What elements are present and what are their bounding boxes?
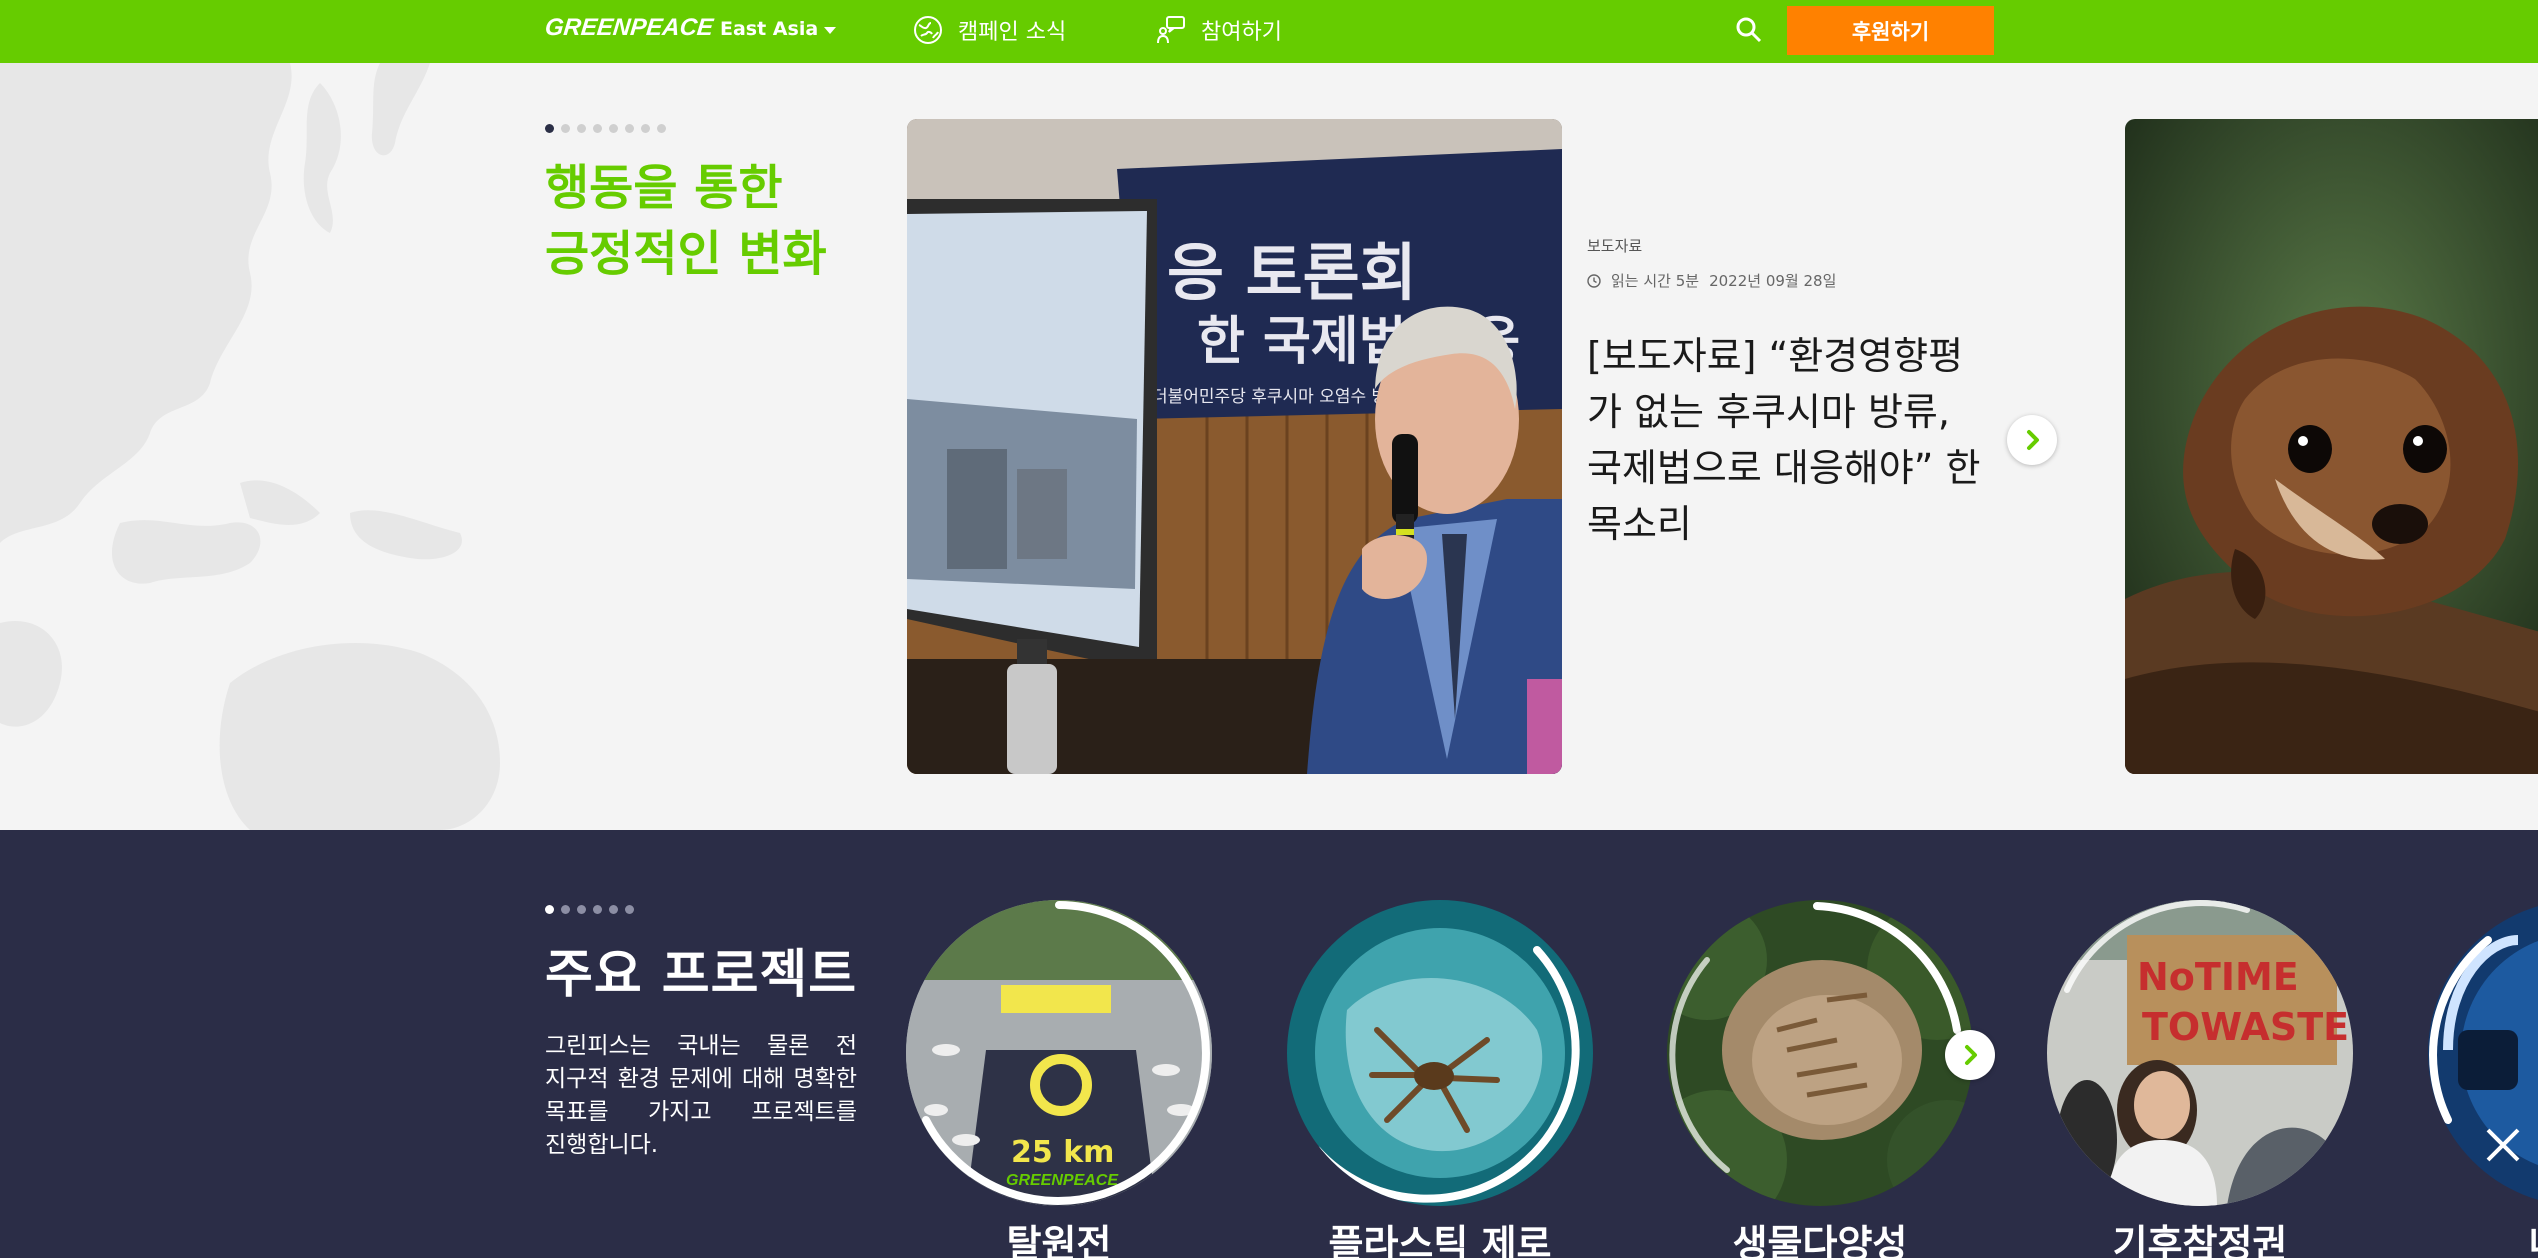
projects-title: 주요 프로젝트 [545,945,858,1005]
project-label: 생물다양성 [1732,1222,1908,1258]
project-label: 탈원전 [1006,1222,1112,1258]
nav-campaign-news-label: 캠페인 소식 [958,20,1067,45]
globe-icon [914,16,942,44]
article-photo[interactable]: 응 토론회 한 국제법 대응 더불어민주당 후쿠시마 오염수 방출 저지 [907,119,1562,774]
hero-title: 행동을 통한 긍정적인 변화 [545,160,827,282]
nav-get-involved[interactable]: 참여하기 [1155,14,1282,46]
project-label: 플라스틱 제로 [1328,1222,1552,1258]
project-card-nuclear-free[interactable]: 25 km GREENPEACE 탈원전 [906,900,1212,1258]
donate-button[interactable]: 후원하기 [1787,6,1994,55]
project-image [1287,900,1593,1206]
project-image: 25 km GREENPEACE [906,900,1212,1206]
projects-slide-indicators [545,905,634,914]
region-selector[interactable]: East Asia [720,18,837,40]
progress-ring [2429,936,2492,1124]
slide-dot[interactable] [545,124,554,133]
slide-dot[interactable] [593,905,602,914]
project-card-climate-rights[interactable]: NoTIME TOWASTE 기후참정권 [2047,900,2353,1258]
chevron-right-icon [2027,430,2039,450]
project-label: 기후참정권 [2112,1222,2288,1258]
hero-carousel: 행동을 통한 긍정적인 변화 응 토론회 한 국제법 대응 더불어민주당 후쿠시… [0,63,2538,830]
chat-icon [1157,16,1185,44]
article-title[interactable]: [보도자료] “환경영향평가 없는 후쿠시마 방류, 국제법으로 대응해야” 한… [1587,328,1982,552]
project-card-biodiversity[interactable]: 생물다양성 [1667,900,1973,1258]
greenpeace-logo[interactable]: GREENPEACE [544,14,715,42]
progress-ring [1669,902,1961,1173]
nav-get-involved-label: 참여하기 [1201,20,1282,45]
project-card-plastic-zero[interactable]: 플라스틱 제로 [1287,900,1593,1258]
search-icon[interactable] [1733,14,1765,46]
article-kicker: 보도자료 [1587,237,1643,255]
banner-text-top: 응 토론회 [1167,236,1417,309]
project-image [1667,900,1973,1206]
nav-campaign-news[interactable]: 캠페인 소식 [912,14,1066,46]
region-label: East Asia [720,18,819,40]
next-article-photo[interactable] [2125,119,2538,774]
slide-dot[interactable] [609,905,618,914]
top-navigation-bar: GREENPEACE East Asia 캠페인 소식 참여하기 후원하기 [0,0,2538,63]
slide-dot[interactable] [625,905,634,914]
slide-dot[interactable] [577,124,586,133]
project-card-ice-car[interactable]: 내연기 [2428,900,2538,1258]
slide-dot[interactable] [545,905,554,914]
chevron-right-icon [1965,1045,1977,1065]
projects-description: 그린피스는 국내는 물론 전 지구적 환경 문제에 대해 명확한 목표를 가지고… [545,1033,857,1158]
slide-dot[interactable] [609,124,618,133]
slide-dot[interactable] [657,124,666,133]
main-projects-section: 주요 프로젝트 그린피스는 국내는 물론 전 지구적 환경 문제에 대해 명확한… [0,830,2538,1258]
progress-ring [922,901,1210,1205]
caret-down-icon [824,26,837,34]
progress-ring [2064,900,2250,993]
projects-next-button[interactable] [1945,1030,1995,1080]
article-date: 2022년 09월 28일 [1709,272,1837,290]
slide-dot[interactable] [577,905,586,914]
progress-ring [1313,946,1580,1203]
hero-slide-indicators [545,124,666,133]
slide-dot[interactable] [561,905,570,914]
project-label: 내연기 [2388,1213,2538,1258]
project-image: NoTIME TOWASTE [2047,900,2353,1206]
slide-dot[interactable] [593,124,602,133]
clock-icon [1587,273,1601,288]
slide-dot[interactable] [561,124,570,133]
world-map-background [0,63,500,830]
hero-next-button[interactable] [2007,415,2057,465]
slide-dot[interactable] [625,124,634,133]
project-image [2428,900,2538,1206]
slide-dot[interactable] [641,124,650,133]
read-time: 읽는 시간 5분 [1611,272,1700,290]
article-meta: 읽는 시간 5분 2022년 09월 28일 [1587,270,1836,291]
